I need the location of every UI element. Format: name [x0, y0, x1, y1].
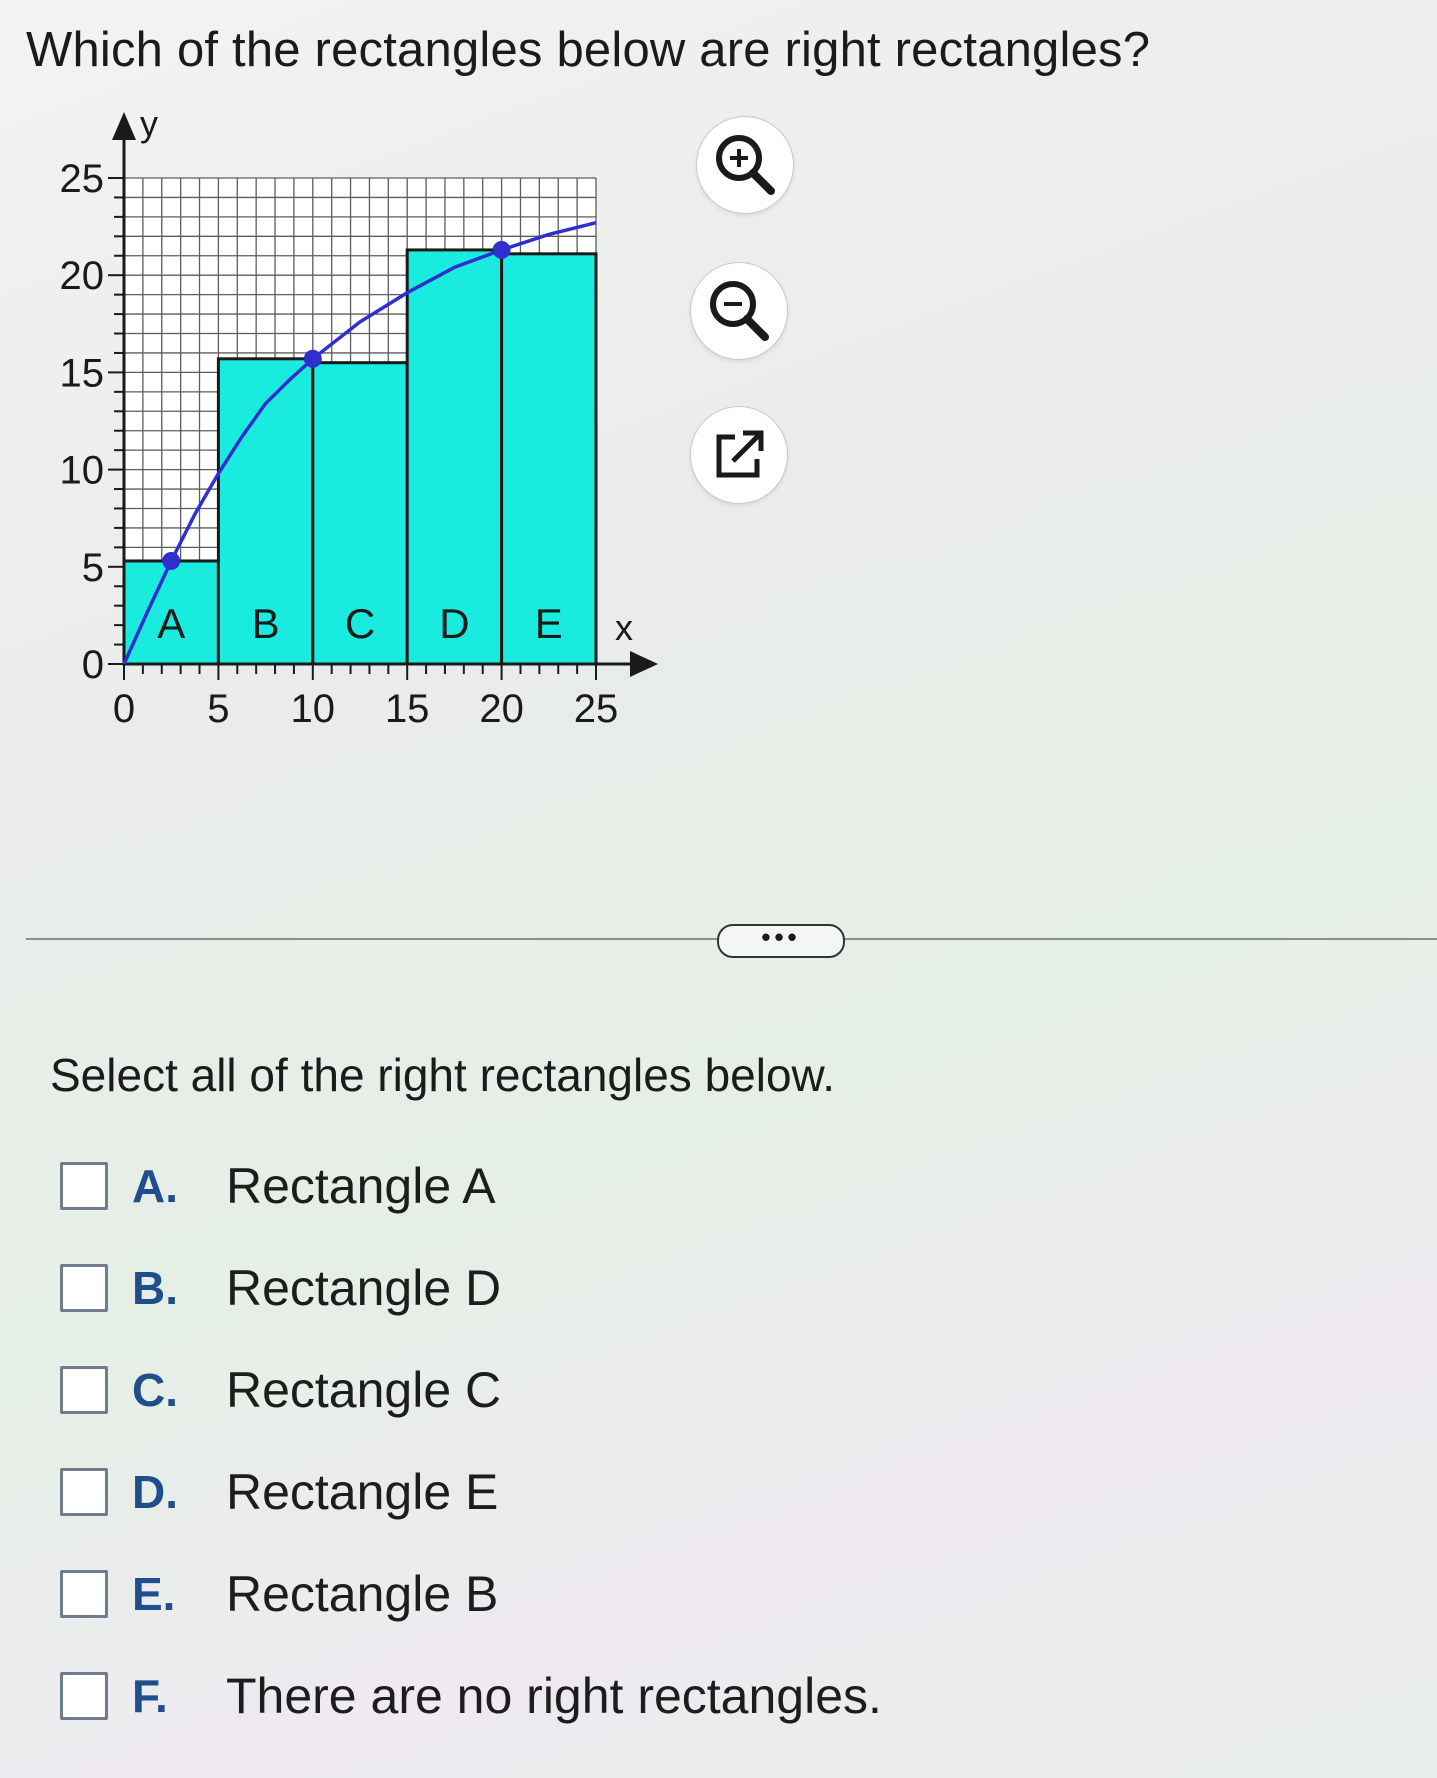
x-axis-label: x — [615, 607, 633, 648]
instruction-text: Select all of the right rectangles below… — [50, 1049, 836, 1101]
checkbox[interactable] — [60, 1672, 108, 1720]
option-text: Rectangle C — [226, 1362, 502, 1418]
curve-point — [303, 349, 322, 368]
zoom-out-button[interactable] — [690, 262, 788, 360]
y-tick-label: 25 — [60, 157, 105, 201]
rectangle-label: E — [535, 600, 563, 647]
x-axis-arrow — [630, 651, 658, 677]
option-letter: C. — [132, 1364, 178, 1416]
x-tick-label: 10 — [291, 687, 336, 731]
option-e[interactable]: E. Rectangle B — [60, 1543, 882, 1645]
x-tick-label: 5 — [207, 687, 229, 731]
rectangle-label: D — [439, 600, 469, 647]
option-text: Rectangle B — [226, 1566, 499, 1622]
y-tick-label: 0 — [82, 643, 104, 687]
x-tick-label: 25 — [574, 687, 619, 731]
option-letter: B. — [132, 1262, 178, 1314]
rectangles-graph: 0 5 10 15 20 25 0 5 10 15 20 25 x y A B C D E — [60, 103, 658, 731]
rectangle-label: B — [252, 600, 280, 647]
curve-point — [162, 551, 181, 570]
y-tick-label: 20 — [60, 254, 105, 298]
zoom-in-button[interactable] — [696, 116, 794, 214]
curve-point — [492, 240, 511, 259]
y-tick-label: 5 — [82, 546, 104, 590]
more-label: ••• — [761, 922, 801, 952]
y-axis-label: y — [140, 103, 158, 144]
checkbox[interactable] — [60, 1264, 108, 1312]
option-c[interactable]: C. Rectangle C — [60, 1339, 882, 1441]
popout-button[interactable] — [690, 406, 788, 504]
option-text: Rectangle A — [226, 1158, 496, 1214]
popout-icon — [716, 430, 764, 478]
option-letter: F. — [132, 1670, 168, 1722]
checkbox[interactable] — [60, 1570, 108, 1618]
option-text: Rectangle E — [226, 1464, 499, 1520]
x-tick-label: 15 — [385, 687, 430, 731]
option-b[interactable]: B. Rectangle D — [60, 1237, 882, 1339]
zoom-in-icon — [716, 135, 775, 195]
option-letter: A. — [132, 1160, 178, 1212]
y-axis-arrow — [112, 112, 136, 140]
zoom-out-icon — [710, 281, 769, 341]
answer-options: A. Rectangle A B. Rectangle D C. Rectang… — [60, 1135, 882, 1747]
x-tick-label: 20 — [479, 687, 524, 731]
x-tick-label: 0 — [113, 687, 135, 731]
checkbox[interactable] — [60, 1162, 108, 1210]
rectangle-label: A — [157, 600, 185, 647]
rectangle-label: C — [345, 600, 375, 647]
option-d[interactable]: D. Rectangle E — [60, 1441, 882, 1543]
checkbox[interactable] — [60, 1468, 108, 1516]
option-text: Rectangle D — [226, 1260, 502, 1316]
option-a[interactable]: A. Rectangle A — [60, 1135, 882, 1237]
option-letter: D. — [132, 1466, 178, 1518]
more-button[interactable]: ••• — [717, 924, 845, 958]
option-f[interactable]: F. There are no right rectangles. — [60, 1645, 882, 1747]
checkbox[interactable] — [60, 1366, 108, 1414]
y-tick-label: 10 — [60, 449, 105, 493]
option-letter: E. — [132, 1568, 176, 1620]
y-tick-label: 15 — [60, 351, 105, 395]
option-text: There are no right rectangles. — [226, 1668, 882, 1724]
